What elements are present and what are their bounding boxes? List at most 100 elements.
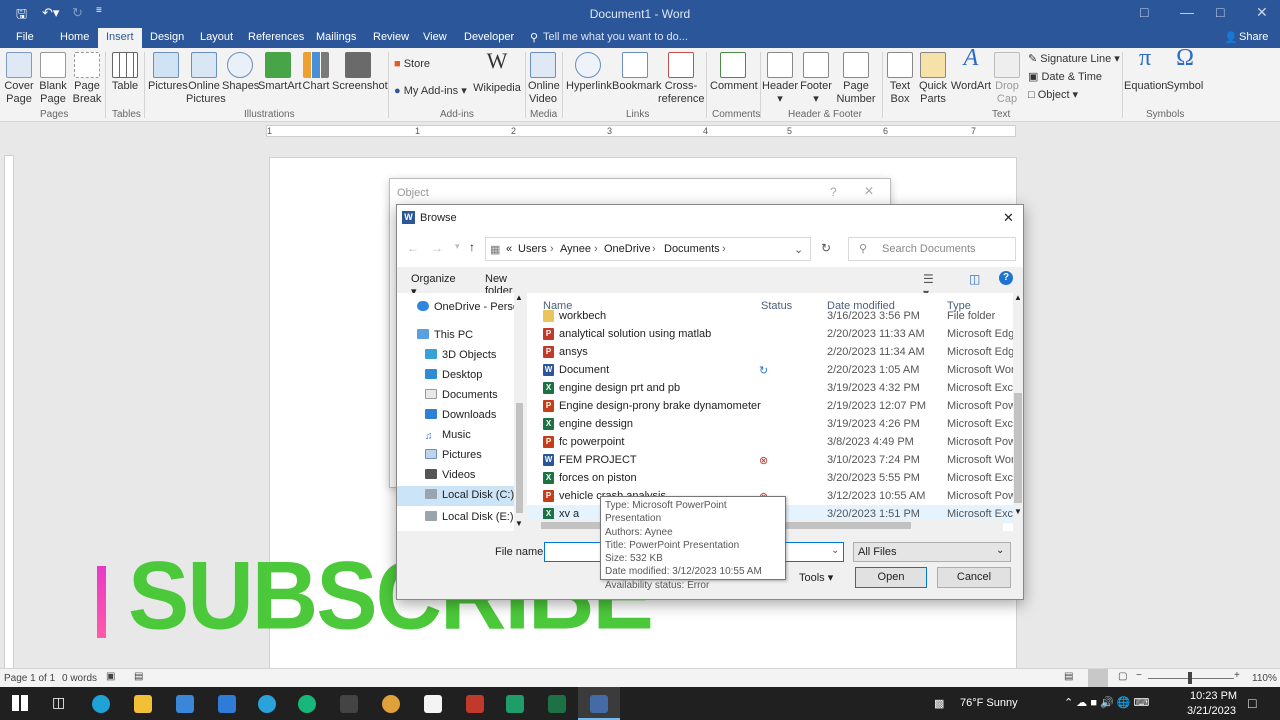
chevron-down-icon[interactable]: ⌄ (794, 243, 803, 256)
tab-view[interactable]: View (423, 31, 447, 43)
tree-item-local-disk-e[interactable]: Local Disk (E:) (425, 511, 514, 523)
up-icon[interactable]: ↑ (469, 240, 475, 254)
weather-icon[interactable]: ▩ (934, 697, 944, 710)
open-button[interactable]: Open (855, 567, 927, 588)
scroll-up-icon[interactable]: ▲ (1014, 293, 1022, 302)
file-row[interactable]: Pansys 2/20/2023 11:34 AM Microsoft Edg (527, 343, 1013, 361)
weather-text[interactable]: 76°F Sunny (960, 697, 1018, 709)
file-row[interactable]: Xengine dessign 3/19/2023 4:26 PM Microsof… (527, 415, 1013, 433)
tell-me-input[interactable]: Tell me what you want to do... (543, 31, 688, 43)
app-icon[interactable] (340, 695, 358, 713)
file-row[interactable]: Panalytical solution using matlab 2/20/20… (527, 325, 1013, 343)
wordart-button[interactable]: A WordArt (950, 46, 992, 93)
tree-item-local-disk-c[interactable]: Local Disk (C:) (397, 486, 525, 506)
header-button[interactable]: Header ▾ (762, 52, 798, 106)
tree-item-music[interactable]: ♫ Music (425, 429, 471, 442)
pictures-button[interactable]: Pictures (148, 52, 188, 93)
table-button[interactable]: Table (110, 52, 140, 93)
tree-item-pictures[interactable]: Pictures (425, 449, 482, 461)
mail-icon[interactable] (218, 695, 236, 713)
scroll-up-icon[interactable]: ▲ (515, 293, 523, 302)
blank-page-button[interactable]: Blank Page (38, 52, 68, 106)
task-view-icon[interactable]: ◫ (52, 694, 65, 711)
breadcrumb-onedrive[interactable]: OneDrive (604, 243, 650, 255)
file-explorer-icon[interactable] (134, 695, 152, 713)
tree-item-3d-objects[interactable]: 3D Objects (425, 349, 496, 361)
page-break-button[interactable]: Page Break (72, 52, 102, 106)
zoom-out-icon[interactable]: − (1136, 670, 1142, 681)
recent-dropdown-icon[interactable]: ▾ (455, 241, 460, 252)
online-video-button[interactable]: Online Video (528, 52, 560, 106)
tab-developer[interactable]: Developer (464, 31, 514, 43)
signature-line-button[interactable]: ✎ Signature Line ▾ (1028, 52, 1120, 65)
horizontal-ruler[interactable]: 1 1 2 3 4 5 6 7 (266, 125, 1016, 137)
date-time-button[interactable]: ▣ Date & Time (1028, 70, 1102, 83)
windows-start-icon[interactable] (12, 695, 28, 711)
drop-cap-button[interactable]: Drop Cap (992, 52, 1022, 106)
file-row[interactable]: Pfc powerpoint 3/8/2023 4:49 PM Microsoft … (527, 433, 1013, 451)
file-row[interactable]: Xengine design prt and pb 3/19/2023 4:32 … (527, 379, 1013, 397)
tab-mailings[interactable]: Mailings (316, 31, 356, 43)
text-box-button[interactable]: Text Box (885, 52, 915, 106)
help-icon[interactable]: ? (999, 271, 1013, 285)
shapes-button[interactable]: Shapes (222, 52, 259, 93)
quick-parts-button[interactable]: Quick Parts (917, 52, 949, 106)
store-icon[interactable] (176, 695, 194, 713)
chart-button[interactable]: Chart (302, 52, 330, 93)
tab-insert[interactable]: Insert (98, 28, 142, 48)
edge-icon[interactable] (92, 695, 110, 713)
cross-reference-button[interactable]: Cross-reference (658, 52, 704, 106)
tree-item-documents[interactable]: Documents (425, 389, 498, 401)
file-row[interactable]: workbech 3/16/2023 3:56 PM File folder (527, 307, 1013, 325)
back-icon[interactable]: ← (407, 241, 419, 255)
comment-button[interactable]: Comment (710, 52, 758, 93)
powerpoint-icon[interactable] (466, 695, 484, 713)
proofing-icon[interactable]: ▣ (106, 671, 115, 682)
help-icon[interactable]: ? (830, 185, 837, 199)
word-count[interactable]: 0 words (62, 673, 97, 684)
app-icon[interactable] (506, 695, 524, 713)
vertical-ruler[interactable] (4, 155, 14, 675)
tree-scrollbar[interactable]: ▲ ▼ (514, 293, 525, 531)
file-row[interactable]: P Engine design-prony brake dynamometer 2/… (527, 397, 1013, 415)
object-button[interactable]: □ Object ▾ (1028, 88, 1078, 101)
symbol-button[interactable]: Ω Symbol (1166, 46, 1204, 93)
notification-icon[interactable]: □ (1248, 695, 1256, 711)
page-count[interactable]: Page 1 of 1 (4, 673, 55, 684)
telegram-icon[interactable] (258, 695, 276, 713)
tree-item-this-pc[interactable]: This PC (417, 329, 473, 341)
clock-time[interactable]: 10:23 PM (1190, 690, 1237, 702)
cancel-button[interactable]: Cancel (937, 567, 1011, 588)
close-icon[interactable]: ✕ (1003, 210, 1014, 226)
minimize-icon[interactable]: — (1180, 4, 1194, 20)
file-row[interactable]: W FEM PROJECT ⊗ 3/10/2023 7:24 PM Microsoft … (527, 451, 1013, 469)
grammarly-icon[interactable] (298, 695, 316, 713)
list-scrollbar[interactable]: ▲ ▼ (1013, 293, 1023, 531)
tab-references[interactable]: References (248, 31, 304, 43)
cover-page-button[interactable]: Cover Page (4, 52, 34, 106)
system-tray-icons[interactable]: ⌃ ☁ ■ 🔊 🌐 ⌨ (1064, 696, 1149, 709)
equation-button[interactable]: π Equation (1124, 46, 1167, 93)
screenshot-button[interactable]: Screenshot (332, 52, 388, 93)
share-button[interactable]: Share (1239, 31, 1268, 43)
store-button[interactable]: ■ Store (394, 58, 430, 70)
tab-layout[interactable]: Layout (200, 31, 233, 43)
tree-item-downloads[interactable]: Downloads (425, 409, 496, 421)
ribbon-options-icon[interactable]: □ (1140, 4, 1148, 20)
smartart-button[interactable]: SmartArt (258, 52, 301, 93)
scroll-down-icon[interactable]: ▼ (1014, 507, 1022, 516)
zoom-slider-thumb[interactable] (1188, 672, 1192, 684)
share-icon[interactable]: 👤 (1224, 31, 1238, 44)
notepad-icon[interactable] (424, 695, 442, 713)
tree-item-onedrive[interactable]: OneDrive - Person (417, 301, 525, 313)
tab-home[interactable]: Home (60, 31, 89, 43)
clock-date[interactable]: 3/21/2023 (1187, 705, 1236, 717)
close-icon[interactable]: ✕ (864, 184, 874, 198)
page-number-button[interactable]: Page Number (834, 52, 878, 106)
read-mode-icon[interactable]: ▤ (1064, 671, 1073, 682)
macro-icon[interactable]: ▤ (134, 671, 143, 682)
tab-review[interactable]: Review (373, 31, 409, 43)
scroll-down-icon[interactable]: ▼ (515, 519, 523, 528)
footer-button[interactable]: Footer ▾ (798, 52, 834, 106)
zoom-in-icon[interactable]: + (1234, 670, 1240, 681)
